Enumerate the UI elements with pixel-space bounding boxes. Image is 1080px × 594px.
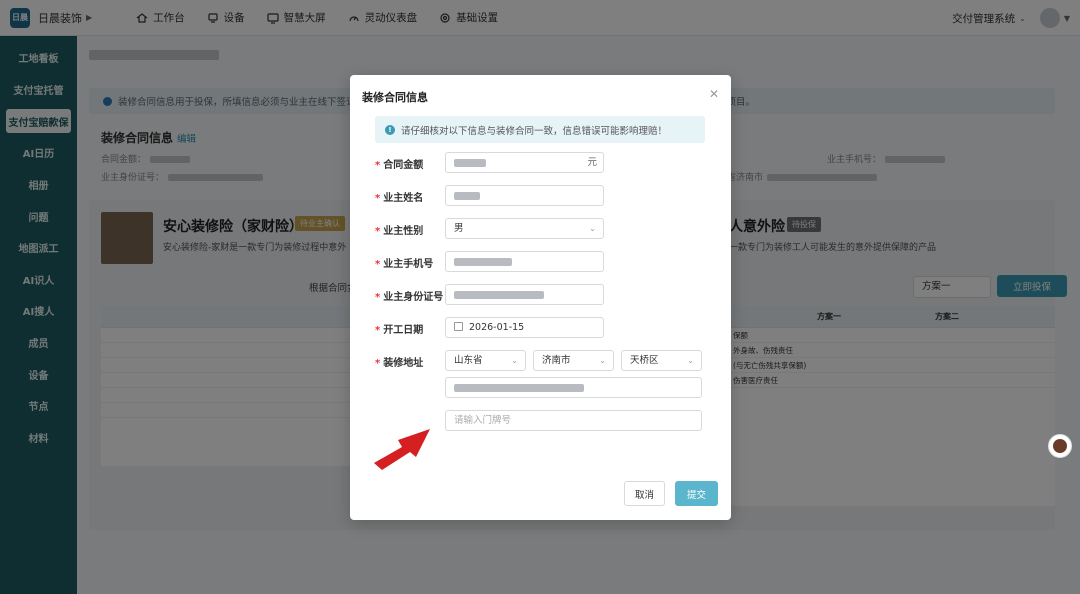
district-value: 天桥区	[630, 355, 659, 366]
amount-label: * 合同金额	[375, 156, 423, 171]
required-mark: *	[375, 193, 381, 204]
province-select[interactable]: 山东省 ⌄	[445, 350, 526, 371]
assistant-avatar-icon	[1053, 439, 1067, 453]
gender-value: 男	[454, 223, 464, 234]
chevron-down-icon: ⌄	[511, 356, 518, 365]
start-date-value: 2026-01-15	[469, 322, 525, 333]
form-row-start-date: * 开工日期 2026-01-15	[350, 317, 731, 338]
address-label: * 装修地址	[375, 354, 423, 369]
street-address-input[interactable]	[445, 377, 702, 398]
form-row-address: * 装修地址 山东省 ⌄ 济南市 ⌄ 天桥区 ⌄	[350, 350, 731, 371]
form-row-name: * 业主姓名	[350, 185, 731, 206]
phone-label-text: 业主手机号	[383, 259, 434, 270]
info-icon: !	[385, 124, 395, 135]
owner-name-input[interactable]	[445, 185, 604, 206]
submit-button[interactable]: 提交	[675, 481, 718, 506]
alert-text: 请仔细核对以下信息与装修合同一致，信息错误可能影响理赔！	[401, 125, 668, 137]
city-select[interactable]: 济南市 ⌄	[533, 350, 614, 371]
name-label: * 业主姓名	[375, 189, 423, 204]
door-number-input[interactable]: 请输入门牌号	[445, 410, 702, 431]
start-date-label: * 开工日期	[375, 321, 423, 336]
warning-alert: ! 请仔细核对以下信息与装修合同一致，信息错误可能影响理赔！	[375, 116, 705, 143]
start-date-label-text: 开工日期	[383, 325, 424, 336]
gender-label: * 业主性别	[375, 222, 423, 237]
start-date-picker[interactable]: 2026-01-15	[445, 317, 604, 338]
phone-value-redacted	[454, 257, 512, 266]
phone-label: * 业主手机号	[375, 255, 433, 270]
name-label-text: 业主姓名	[383, 193, 424, 204]
idcard-label-text: 业主身份证号	[383, 292, 444, 303]
amount-label-text: 合同金额	[383, 160, 424, 171]
required-mark: *	[375, 226, 381, 237]
dialog-title: 装修合同信息	[362, 91, 428, 104]
required-mark: *	[375, 292, 381, 303]
amount-unit: 元	[587, 157, 597, 168]
idcard-input[interactable]	[445, 284, 604, 305]
form-row-gender: * 业主性别 男 ⌄	[350, 218, 731, 239]
chevron-down-icon: ⌄	[589, 224, 596, 233]
required-mark: *	[375, 259, 381, 270]
amount-value-redacted	[454, 158, 486, 167]
name-value-redacted	[454, 191, 480, 200]
assistant-avatar-button[interactable]	[1048, 434, 1072, 458]
required-mark: *	[375, 358, 381, 369]
province-value: 山东省	[454, 355, 483, 366]
form-row-phone: * 业主手机号	[350, 251, 731, 272]
amount-input[interactable]: 元	[445, 152, 604, 173]
district-select[interactable]: 天桥区 ⌄	[621, 350, 702, 371]
close-icon[interactable]: ✕	[709, 87, 719, 101]
address-label-text: 装修地址	[383, 358, 424, 369]
door-number-placeholder: 请输入门牌号	[454, 415, 512, 426]
form-row-idcard: * 业主身份证号	[350, 284, 731, 305]
chevron-down-icon: ⌄	[599, 356, 606, 365]
required-mark: *	[375, 160, 381, 171]
chevron-down-icon: ⌄	[687, 356, 694, 365]
gender-label-text: 业主性别	[383, 226, 424, 237]
form-row-amount: * 合同金额 元	[350, 152, 731, 173]
gender-select[interactable]: 男 ⌄	[445, 218, 604, 239]
calendar-icon	[454, 322, 463, 331]
required-mark: *	[375, 325, 381, 336]
idcard-value-redacted	[454, 290, 544, 299]
phone-input[interactable]	[445, 251, 604, 272]
street-value-redacted	[454, 383, 584, 392]
idcard-label: * 业主身份证号	[375, 288, 443, 303]
city-value: 济南市	[542, 355, 571, 366]
red-arrow-annotation	[374, 429, 430, 470]
cancel-button[interactable]: 取消	[624, 481, 665, 506]
